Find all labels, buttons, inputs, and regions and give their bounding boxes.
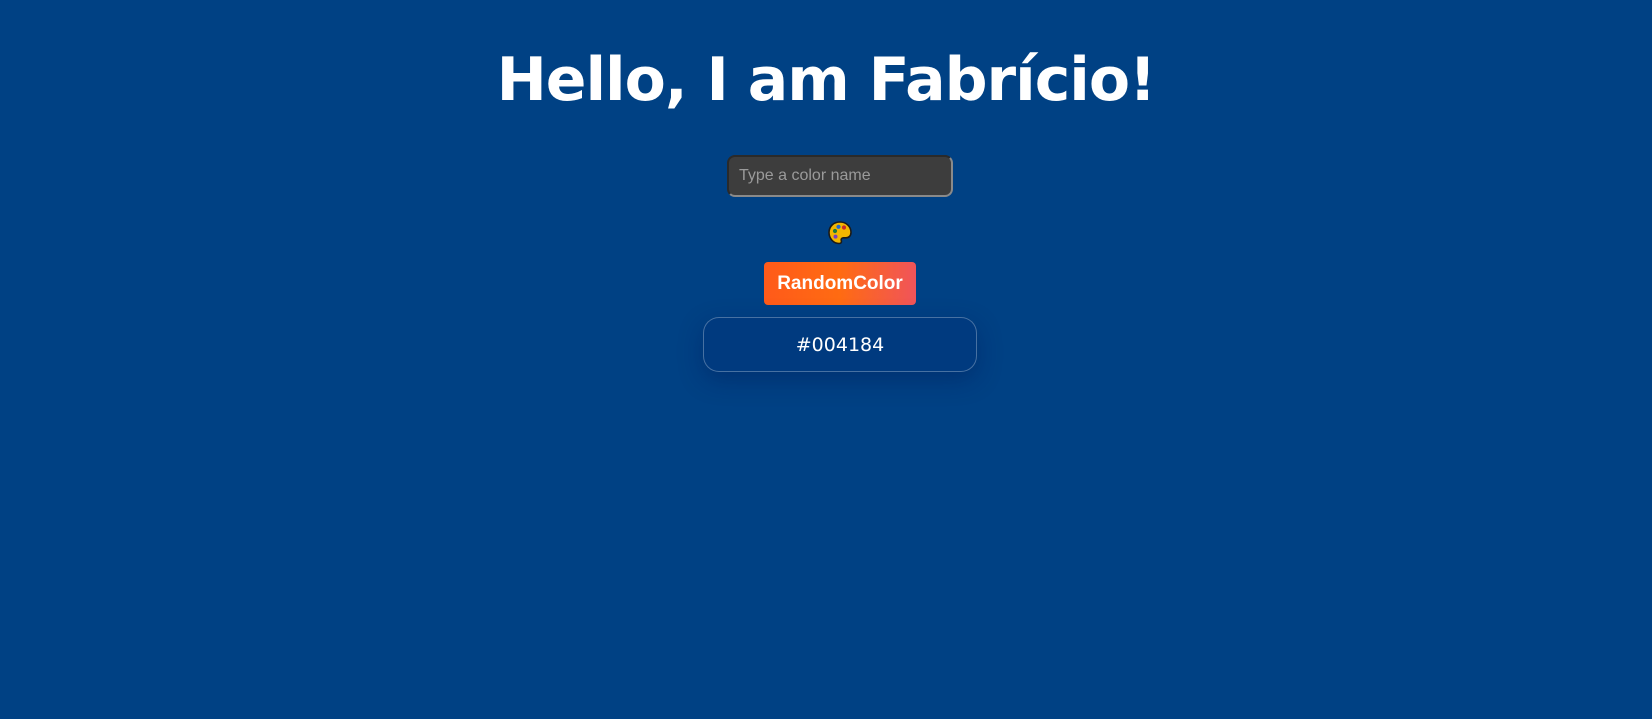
page: Hello, I am Fabrício! RandomColor #00418… <box>0 0 1652 719</box>
hex-color-display: #004184 <box>703 317 977 372</box>
random-color-button[interactable]: RandomColor <box>764 262 916 305</box>
hex-color-value: #004184 <box>795 333 885 356</box>
color-name-input[interactable] <box>727 155 953 197</box>
palette-icon <box>827 220 853 246</box>
page-title: Hello, I am Fabrício! <box>496 45 1157 115</box>
